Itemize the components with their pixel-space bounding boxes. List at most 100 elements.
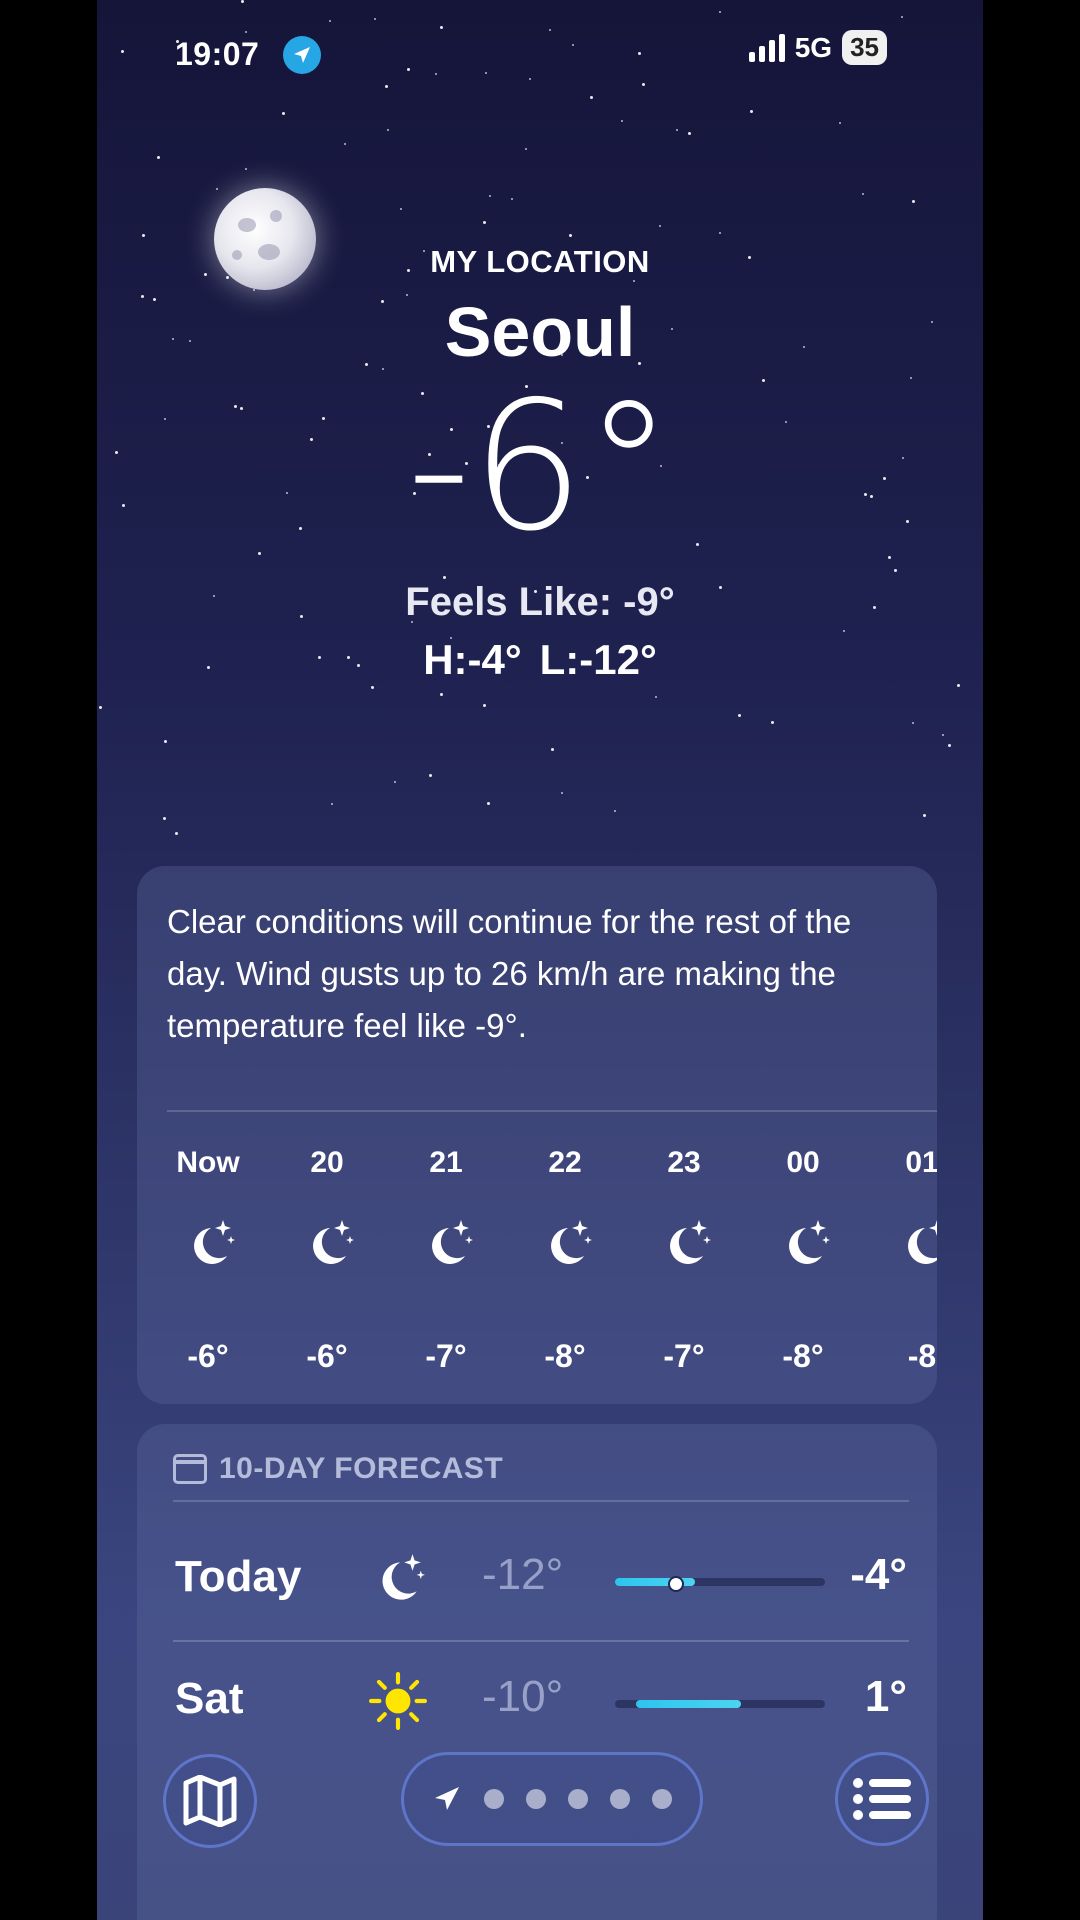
star xyxy=(839,122,841,124)
sun-icon xyxy=(369,1672,427,1730)
forecast-title: 10-DAY FORECAST xyxy=(219,1452,504,1485)
temperature-range-fill xyxy=(636,1700,741,1708)
star xyxy=(719,11,721,13)
hourly-item: 21 -7° xyxy=(391,1146,501,1406)
star xyxy=(676,129,678,131)
forecast-row[interactable]: Today -12° -4° xyxy=(137,1520,937,1642)
network-type: 5G xyxy=(794,31,833,63)
moon-stars-icon xyxy=(776,1216,832,1272)
star xyxy=(750,110,753,113)
moon-stars-icon xyxy=(657,1216,713,1272)
location-pager[interactable] xyxy=(401,1752,703,1846)
moon-stars-icon xyxy=(895,1216,937,1272)
star xyxy=(590,96,593,99)
hourly-time: 00 xyxy=(786,1146,820,1179)
star xyxy=(843,630,845,632)
temperature-range-bar xyxy=(615,1576,825,1592)
star xyxy=(485,72,487,74)
page-dot[interactable] xyxy=(484,1789,504,1809)
star xyxy=(387,129,389,131)
star xyxy=(894,569,897,572)
low-temp: L:-12° xyxy=(539,636,657,683)
star xyxy=(638,52,641,55)
star xyxy=(561,792,563,794)
city-name: Seoul xyxy=(444,293,636,371)
star xyxy=(569,234,572,237)
star xyxy=(923,814,926,817)
hourly-scroll[interactable]: Now -6° 20 -6° 21 -7° 22 -8° 23 -7° 00 -8° 01 -8 xyxy=(137,1146,937,1406)
star xyxy=(572,44,574,46)
map-icon xyxy=(183,1775,237,1827)
hourly-temp: -7° xyxy=(663,1338,705,1374)
forecast-low: -12° xyxy=(482,1550,564,1599)
divider xyxy=(173,1500,909,1502)
star xyxy=(483,221,486,224)
map-button[interactable] xyxy=(163,1754,257,1848)
weather-summary: Clear conditions will continue for the r… xyxy=(167,903,852,1044)
star xyxy=(241,0,244,3)
star xyxy=(642,83,645,86)
page-dot[interactable] xyxy=(610,1789,630,1809)
hourly-time: 01 xyxy=(905,1146,937,1179)
star xyxy=(440,693,443,696)
list-button[interactable] xyxy=(835,1752,929,1846)
hourly-item: 00 -8° xyxy=(748,1146,858,1406)
star xyxy=(614,810,616,812)
star xyxy=(688,132,691,135)
star xyxy=(374,18,376,20)
star xyxy=(525,148,527,150)
status-time: 19:07 xyxy=(175,36,260,72)
star xyxy=(157,156,160,159)
calendar-icon xyxy=(173,1454,207,1484)
hourly-time: Now xyxy=(176,1146,240,1179)
star xyxy=(912,200,915,203)
moon-stars-icon xyxy=(300,1216,356,1272)
forecast-row[interactable]: Sat -10° 1° xyxy=(137,1642,937,1762)
star xyxy=(659,225,661,227)
feels-like: Feels Like: -9° xyxy=(405,580,675,624)
battery-level: 35 xyxy=(850,32,879,62)
divider xyxy=(167,1110,937,1112)
star xyxy=(888,556,891,559)
star xyxy=(371,686,374,689)
star xyxy=(164,740,167,743)
star xyxy=(633,280,635,282)
status-indicators: 5G 35 xyxy=(748,30,887,65)
forecast-high: 1° xyxy=(864,1672,907,1721)
star xyxy=(529,78,531,80)
hourly-temp: -8° xyxy=(782,1338,824,1374)
hourly-item: Now -6° xyxy=(153,1146,263,1406)
star xyxy=(400,208,402,210)
hourly-forecast-card[interactable]: Clear conditions will continue for the r… xyxy=(137,866,937,1404)
page-dot[interactable] xyxy=(526,1789,546,1809)
forecast-low: -10° xyxy=(482,1672,564,1721)
star xyxy=(655,696,657,698)
list-icon xyxy=(853,1778,911,1820)
star xyxy=(957,684,960,687)
star xyxy=(429,774,432,777)
star xyxy=(282,112,285,115)
star xyxy=(621,120,623,122)
star xyxy=(511,198,513,200)
star xyxy=(489,195,491,197)
star xyxy=(948,744,951,747)
star xyxy=(483,704,486,707)
moon-stars-icon xyxy=(181,1216,237,1272)
moon-stars-icon xyxy=(369,1550,427,1608)
star xyxy=(440,26,443,29)
weather-screen: 19:07 5G 35 MY LOCATION Seoul -6° Feels … xyxy=(97,0,983,1920)
hourly-temp: -6° xyxy=(187,1338,229,1374)
star xyxy=(253,289,255,291)
star xyxy=(216,188,218,190)
hourly-temp: -7° xyxy=(425,1338,467,1374)
hourly-time: 20 xyxy=(310,1146,344,1179)
page-dot[interactable] xyxy=(652,1789,672,1809)
moon-stars-icon xyxy=(419,1216,475,1272)
high-low: H:-4° L:-12° xyxy=(97,636,983,684)
page-dot[interactable] xyxy=(568,1789,588,1809)
temperature-range-bar xyxy=(615,1700,825,1708)
moon-stars-icon xyxy=(538,1216,594,1272)
star xyxy=(719,232,721,234)
current-temp-marker xyxy=(667,1576,684,1592)
star xyxy=(738,714,741,717)
